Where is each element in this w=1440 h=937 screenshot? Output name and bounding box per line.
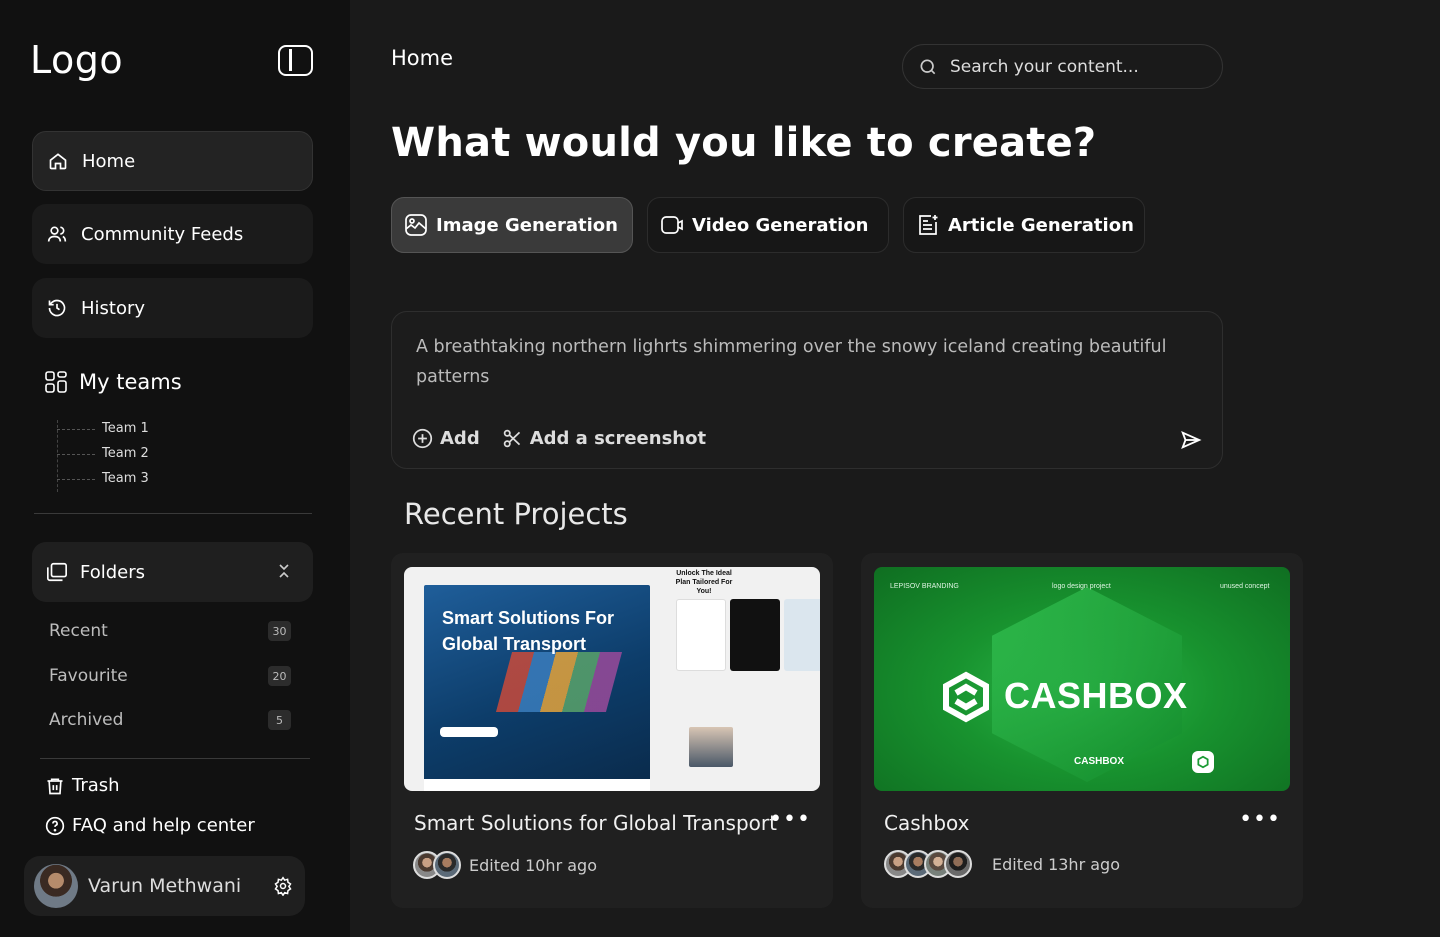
project-thumbnail[interactable]: LEPISOV BRANDING logo design project unu…: [874, 567, 1290, 791]
search-input[interactable]: [950, 56, 1210, 77]
folder-item-favourite[interactable]: Favourite 20: [49, 666, 291, 686]
article-icon: [919, 215, 938, 235]
thumbnail-plan-card: [784, 599, 820, 671]
user-name: Varun Methwani: [88, 875, 242, 897]
sidebar-item-home[interactable]: Home: [32, 131, 313, 191]
home-icon: [47, 150, 69, 172]
divider: [40, 758, 310, 759]
trash-icon: [47, 778, 63, 794]
faq-link[interactable]: FAQ and help center: [45, 815, 255, 836]
thumbnail-wordmark: CASHBOX: [1004, 675, 1188, 716]
thumbnail-button: [440, 727, 498, 737]
prompt-textarea[interactable]: A breathtaking northern lighrts shimmeri…: [416, 332, 1196, 392]
edited-time: Edited 13hr ago: [992, 854, 1120, 874]
project-meta: Edited 10hr ago: [413, 851, 597, 879]
more-icon[interactable]: •••: [769, 809, 811, 831]
project-card[interactable]: LEPISOV BRANDING logo design project unu…: [861, 553, 1303, 908]
cashbox-logo-icon: [943, 671, 989, 723]
folder-item-recent[interactable]: Recent 30: [49, 621, 291, 641]
thumbnail-concept-label: unused concept: [1220, 583, 1270, 590]
thumbnail-footer: [424, 779, 650, 791]
logo: Logo: [30, 38, 124, 82]
users-icon: [46, 223, 68, 245]
team-item[interactable]: Team 1: [57, 418, 257, 443]
sidebar-toggle-icon[interactable]: [278, 45, 313, 76]
team-item[interactable]: Team 3: [57, 468, 257, 493]
prompt-box[interactable]: A breathtaking northern lighrts shimmeri…: [391, 311, 1223, 469]
folders-header[interactable]: Folders: [32, 542, 313, 602]
trash-link[interactable]: Trash: [45, 775, 120, 796]
image-icon: [405, 214, 427, 236]
avatar: [34, 864, 78, 908]
sidebar-item-history[interactable]: History: [32, 278, 313, 338]
avatar: [944, 850, 972, 878]
thumbnail-heading: Smart Solutions For Global Transport: [442, 608, 615, 654]
edited-time: Edited 10hr ago: [469, 855, 597, 875]
plus-circle-icon: [412, 428, 433, 449]
avatar: [433, 851, 461, 879]
grid-icon: [45, 371, 67, 393]
thumbnail-small-logo: CASHBOX: [1074, 756, 1125, 767]
tab-article-generation[interactable]: Article Generation: [903, 197, 1145, 253]
count-badge: 5: [268, 710, 291, 730]
sidebar-item-label: Community Feeds: [81, 223, 244, 245]
video-icon: [661, 216, 683, 234]
team-list: Team 1 Team 2 Team 3: [57, 418, 257, 493]
add-screenshot-button[interactable]: Add a screenshot: [502, 428, 706, 449]
prompt-actions: Add Add a screenshot: [412, 428, 728, 449]
scissors-icon: [503, 429, 520, 448]
project-title[interactable]: Smart Solutions for Global Transport: [414, 811, 777, 835]
thumbnail-plan-title: Unlock The Ideal Plan Tailored For You!: [675, 570, 733, 595]
user-profile[interactable]: Varun Methwani: [24, 856, 305, 916]
thumbnail-project-label: logo design project: [1052, 583, 1111, 590]
send-icon[interactable]: [1180, 429, 1202, 451]
page-title: What would you like to create?: [391, 120, 1097, 166]
chevron-collapse-icon[interactable]: [277, 562, 291, 580]
project-thumbnail[interactable]: Smart Solutions For Global Transport Unl…: [404, 567, 820, 791]
team-item[interactable]: Team 2: [57, 443, 257, 468]
help-icon: [45, 816, 65, 835]
thumbnail-photo: [689, 727, 733, 767]
my-teams-header[interactable]: My teams: [44, 370, 182, 394]
folder-item-archived[interactable]: Archived 5: [49, 710, 291, 730]
search-icon: [920, 59, 936, 74]
count-badge: 30: [268, 621, 291, 641]
search-bar[interactable]: [902, 44, 1223, 89]
sidebar-item-label: History: [81, 297, 146, 319]
project-title[interactable]: Cashbox: [884, 811, 969, 835]
tab-image-generation[interactable]: Image Generation: [391, 197, 633, 253]
sidebar-item-community-feeds[interactable]: Community Feeds: [32, 204, 313, 264]
count-badge: 20: [268, 666, 291, 686]
history-icon: [46, 297, 68, 319]
gear-icon[interactable]: [273, 876, 293, 896]
divider: [34, 513, 312, 514]
tab-video-generation[interactable]: Video Generation: [647, 197, 889, 253]
breadcrumb: Home: [391, 46, 454, 70]
folder-icon: [47, 562, 67, 582]
more-icon[interactable]: •••: [1239, 809, 1281, 831]
project-card[interactable]: Smart Solutions For Global Transport Unl…: [391, 553, 833, 908]
app-icon: [1192, 751, 1214, 773]
thumbnail-ship: [495, 652, 623, 712]
thumbnail-plan-card: [676, 599, 726, 671]
sidebar-item-label: Home: [82, 150, 136, 172]
thumbnail-plan-card: [730, 599, 780, 671]
thumbnail-brand: LEPISOV BRANDING: [890, 583, 959, 590]
add-button[interactable]: Add: [412, 428, 480, 449]
project-meta: Edited 13hr ago: [884, 850, 1120, 878]
sidebar: Logo Home Community Feeds History My tea…: [0, 0, 350, 937]
recent-projects-title: Recent Projects: [404, 497, 628, 531]
